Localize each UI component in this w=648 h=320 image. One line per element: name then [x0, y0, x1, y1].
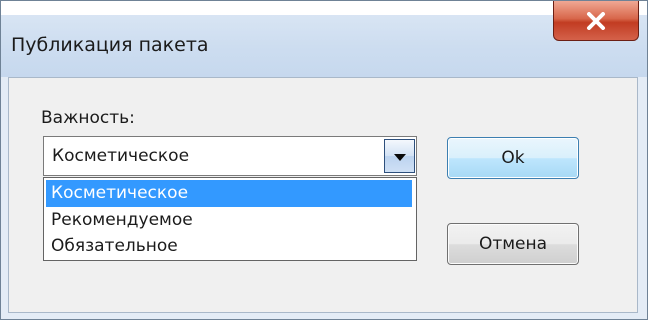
title-bar[interactable]: Публикация пакета: [1, 1, 647, 77]
combobox-selected-value: Косметическое: [52, 146, 190, 166]
chevron-down-icon: [393, 147, 406, 166]
close-icon: [586, 11, 606, 30]
importance-label: Важность:: [41, 108, 135, 128]
dialog-window: Публикация пакета Важность: Косметическо…: [0, 0, 648, 320]
title-bar-top-strip: [1, 1, 647, 15]
cancel-button[interactable]: Отмена: [447, 223, 579, 265]
close-button[interactable]: [553, 1, 639, 41]
dropdown-option-recommended[interactable]: Рекомендуемое: [46, 207, 412, 234]
importance-dropdown-list: Косметическое Рекомендуемое Обязательное: [43, 177, 417, 261]
combobox-dropdown-button[interactable]: [384, 139, 415, 173]
dropdown-option-cosmetic[interactable]: Косметическое: [46, 180, 412, 207]
importance-combobox[interactable]: Косметическое: [43, 136, 417, 176]
dropdown-option-mandatory[interactable]: Обязательное: [46, 233, 412, 260]
window-title: Публикация пакета: [11, 34, 209, 56]
ok-button[interactable]: Ok: [447, 137, 579, 179]
